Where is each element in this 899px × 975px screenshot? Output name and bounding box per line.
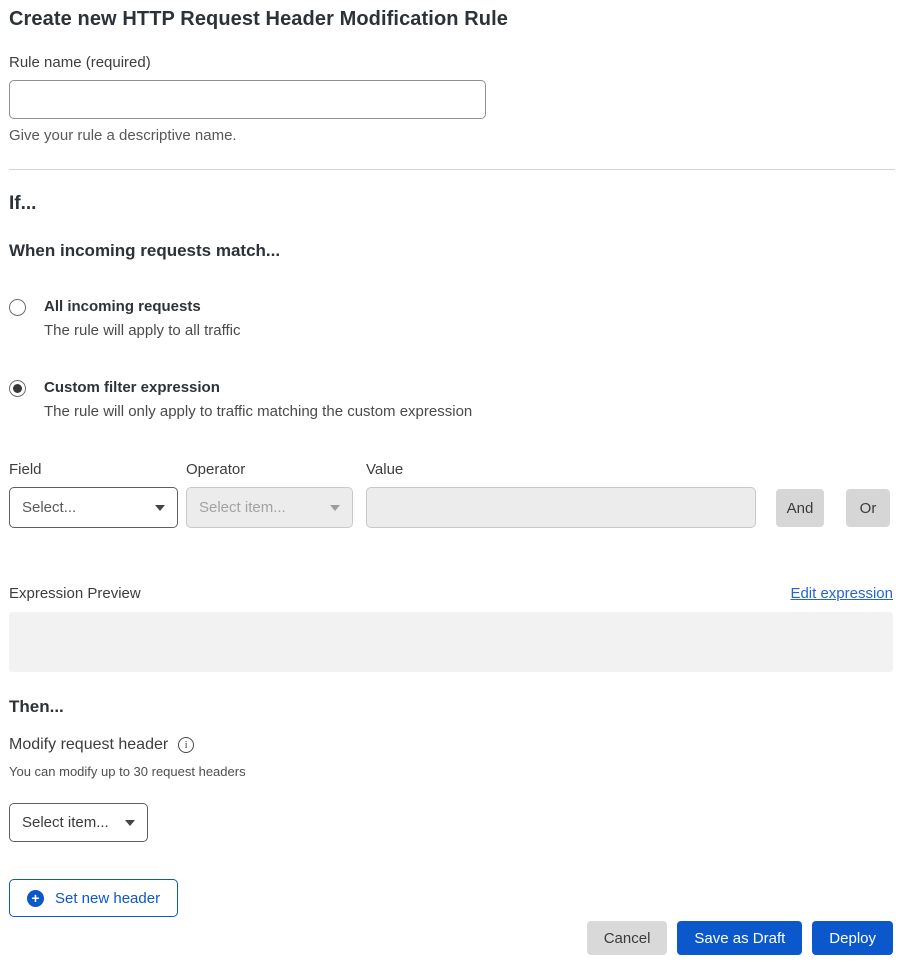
modify-header-row: Modify request header i [9,736,893,754]
operator-label: Operator [186,461,366,478]
page-title: Create new HTTP Request Header Modificat… [9,8,893,31]
field-label: Field [9,461,186,478]
field-select[interactable]: Select... [9,487,178,528]
expression-preview-header: Expression Preview Edit expression [9,585,893,602]
radio-option-custom-filter[interactable]: Custom filter expression The rule will o… [9,379,893,420]
modify-request-header-label: Modify request header [9,736,168,754]
set-new-header-label: Set new header [55,890,160,907]
expression-preview-box [9,612,893,672]
field-select-value: Select... [22,499,76,516]
edit-expression-link[interactable]: Edit expression [790,585,893,602]
chevron-down-icon [125,820,135,826]
and-button[interactable]: And [776,489,824,527]
footer-actions: Cancel Save as Draft Deploy [9,921,893,955]
then-heading: Then... [9,697,893,717]
value-label: Value [366,461,776,478]
value-column: Value [366,461,776,528]
info-icon[interactable]: i [178,737,194,753]
radio-custom-filter[interactable] [9,380,26,397]
radio-all-incoming-label: All incoming requests [44,298,240,315]
save-as-draft-button[interactable]: Save as Draft [677,921,802,955]
rule-name-label: Rule name (required) [9,54,893,71]
deploy-button[interactable]: Deploy [812,921,893,955]
value-input [366,487,756,528]
radio-option-text: Custom filter expression The rule will o… [44,379,472,420]
radio-all-incoming-desc: The rule will apply to all traffic [44,322,240,339]
field-column: Field Select... [9,461,186,528]
rule-name-input[interactable] [9,80,486,119]
expression-preview-label: Expression Preview [9,585,141,602]
radio-custom-filter-label: Custom filter expression [44,379,472,396]
plus-circle-icon: + [27,890,44,907]
match-heading: When incoming requests match... [9,241,893,261]
header-action-select-value: Select item... [22,814,109,831]
chevron-down-icon [330,505,340,511]
if-heading: If... [9,193,893,215]
operator-column: Operator Select item... [186,461,366,528]
radio-custom-filter-desc: The rule will only apply to traffic matc… [44,403,472,420]
radio-option-text: All incoming requests The rule will appl… [44,298,240,339]
chevron-down-icon [155,505,165,511]
operator-select: Select item... [186,487,353,528]
expression-builder-row: Field Select... Operator Select item... … [9,461,893,528]
header-action-select[interactable]: Select item... [9,803,148,842]
rule-name-help: Give your rule a descriptive name. [9,127,893,144]
radio-all-incoming[interactable] [9,299,26,316]
operator-select-value: Select item... [199,499,286,516]
cancel-button[interactable]: Cancel [587,921,668,955]
radio-option-all-incoming[interactable]: All incoming requests The rule will appl… [9,298,893,339]
header-limit-note: You can modify up to 30 request headers [9,764,893,779]
set-new-header-button[interactable]: + Set new header [9,879,178,917]
or-button[interactable]: Or [846,489,890,527]
create-rule-form: Create new HTTP Request Header Modificat… [0,0,899,975]
section-divider [9,169,895,170]
